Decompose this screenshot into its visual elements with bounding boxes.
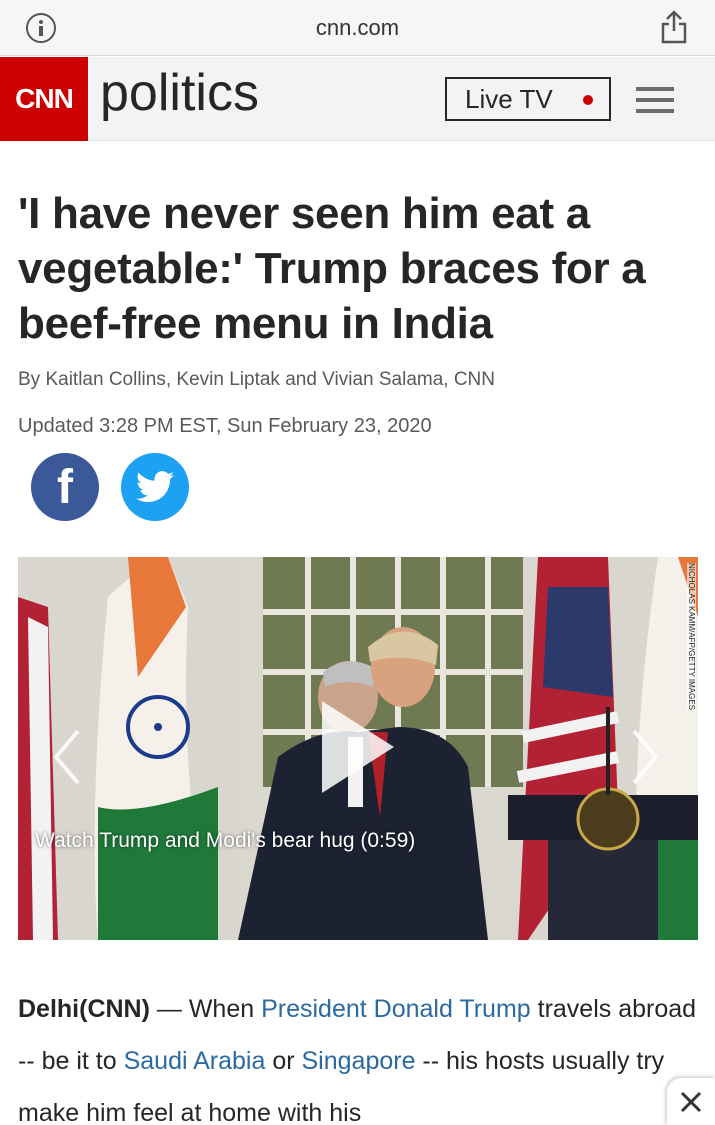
photo-credit: NICHOLAS KAMM/AFP/GETTY IMAGES xyxy=(687,563,696,710)
hamburger-menu-icon[interactable] xyxy=(636,87,674,113)
article-headline: 'I have never seen him eat a vegetable:'… xyxy=(18,189,646,348)
live-tv-button[interactable]: Live TV xyxy=(445,77,611,121)
article-byline: By Kaitlan Collins, Kevin Liptak and Viv… xyxy=(18,369,495,390)
url-text[interactable]: cnn.com xyxy=(0,15,715,41)
play-icon[interactable] xyxy=(318,697,398,797)
video-player[interactable]: Watch Trump and Modi's bear hug (0:59) N… xyxy=(18,557,698,940)
dateline: Delhi(CNN) xyxy=(18,995,150,1023)
live-tv-label: Live TV xyxy=(465,84,553,114)
twitter-icon[interactable] xyxy=(121,453,189,521)
cnn-logo[interactable]: CNN xyxy=(0,57,88,141)
live-dot-icon xyxy=(583,95,593,105)
article-body-paragraph: Delhi(CNN) — When President Donald Trump… xyxy=(18,995,697,1125)
site-header: CNN politics Live TV xyxy=(0,57,715,141)
video-caption: Watch Trump and Modi's bear hug (0:59) xyxy=(35,829,416,852)
link-saudi-arabia[interactable]: Saudi Arabia xyxy=(124,1047,266,1075)
close-icon[interactable] xyxy=(667,1078,715,1125)
browser-url-bar: cnn.com xyxy=(0,0,715,56)
previous-arrow-icon[interactable] xyxy=(52,727,82,787)
facebook-icon[interactable]: f xyxy=(31,453,99,521)
next-arrow-icon[interactable] xyxy=(630,727,660,787)
link-president-donald-trump[interactable]: President Donald Trump xyxy=(261,995,531,1023)
article-updated: Updated 3:28 PM EST, Sun February 23, 20… xyxy=(18,415,432,437)
link-singapore[interactable]: Singapore xyxy=(302,1047,416,1075)
section-title[interactable]: politics xyxy=(100,63,259,123)
share-icon[interactable] xyxy=(658,10,690,44)
